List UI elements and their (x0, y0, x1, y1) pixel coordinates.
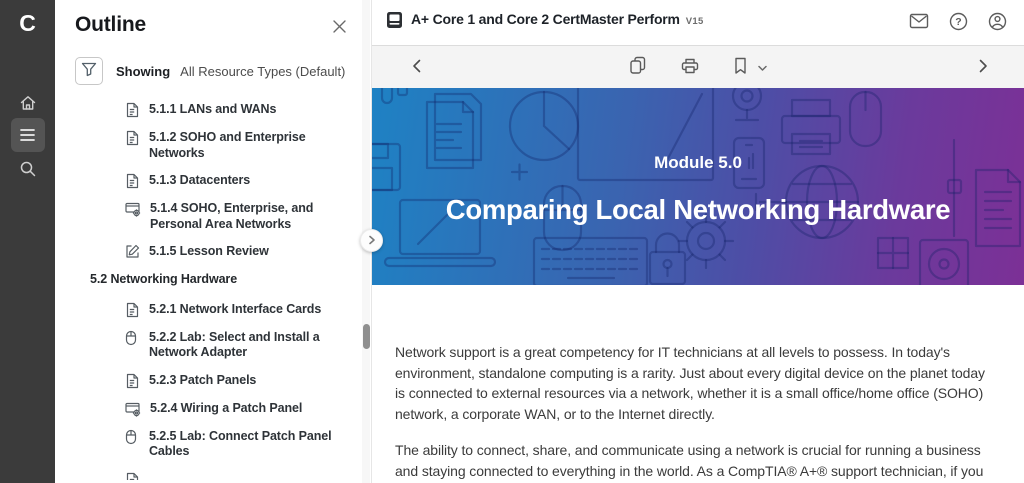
print-button[interactable] (679, 55, 702, 80)
home-icon (19, 94, 37, 112)
outline-item-label: 5.1.3 Datacenters (149, 173, 251, 188)
bookmark-button[interactable] (732, 55, 750, 80)
outline-item-partial (55, 472, 371, 480)
course-version: V15 (685, 16, 704, 27)
lesson-paragraph: Network support is a great competency fo… (395, 344, 985, 422)
search-icon (19, 160, 37, 178)
copy-button[interactable] (627, 54, 649, 80)
outline-item-label: 5.2 Networking Hardware (90, 271, 238, 286)
lesson-paragraph: The ability to connect, share, and commu… (395, 442, 984, 479)
video-icon (125, 201, 141, 217)
account-button[interactable] (988, 12, 1007, 34)
document-icon (125, 302, 140, 318)
outline-item[interactable]: 5.1.5 Lesson Review (55, 244, 371, 260)
chevron-down-icon (758, 60, 768, 75)
bookmark-icon (734, 57, 748, 78)
course-title: A+ Core 1 and Core 2 CertMaster Perform (411, 11, 680, 27)
outline-item-label: 5.2.2 Lab: Select and Install a Network … (149, 329, 320, 360)
comptia-logo: C (19, 10, 36, 36)
outline-item-label: 5.1.1 LANs and WANs (149, 102, 277, 116)
outline-item[interactable]: 5.2.4 Wiring a Patch Panel (55, 401, 371, 417)
resource-filter-row: Showing All Resource Types (Default) (55, 57, 371, 85)
close-outline-button[interactable] (328, 15, 351, 41)
next-page-button[interactable] (977, 57, 990, 78)
outline-item-label: 5.1.2 SOHO and Enterprise Networks (149, 130, 306, 160)
help-button[interactable]: ? (949, 12, 968, 34)
outline-item[interactable]: 5.1.3 Datacenters (55, 173, 371, 189)
outline-item-label: 5.2.4 Wiring a Patch Panel (150, 400, 303, 415)
outline-item-label: 5.2.5 Lab: Connect Patch Panel Cables (149, 428, 332, 459)
chevron-left-icon (412, 59, 421, 76)
document-icon (125, 173, 140, 189)
edit-icon (125, 244, 140, 259)
collapse-panel-button[interactable] (360, 229, 383, 252)
outline-menu-button[interactable] (10, 118, 45, 152)
copy-icon (629, 56, 647, 78)
filter-value[interactable]: All Resource Types (Default) (180, 64, 345, 79)
outline-item[interactable]: 5.2.3 Patch Panels (55, 373, 371, 389)
outline-section-header[interactable]: 5.2 Networking Hardware (55, 272, 371, 288)
filter-button[interactable] (75, 57, 103, 85)
chevron-right-icon (979, 59, 988, 76)
app-header: A+ Core 1 and Core 2 CertMaster Perform … (372, 0, 1024, 46)
video-icon (125, 401, 141, 417)
outline-item-label: 5.2.1 Network Interface Cards (149, 301, 322, 316)
outline-panel: Outline Showing All Resource Types (Defa… (55, 0, 372, 483)
outline-item[interactable]: 5.2.1 Network Interface Cards (55, 302, 371, 318)
home-button[interactable] (11, 87, 45, 119)
module-title: Comparing Local Networking Hardware (445, 194, 951, 225)
outline-list: 5.1.1 LANs and WANs 5.1.2 SOHO and Enterp… (55, 102, 371, 480)
outline-item-label: 5.1.4 SOHO, Enterprise, and Personal Are… (150, 201, 314, 231)
outline-item[interactable]: 5.1.1 LANs and WANs (55, 102, 371, 118)
icon-rail: C (0, 0, 55, 483)
outline-item[interactable]: 5.2.5 Lab: Connect Patch Panel Cables (55, 429, 371, 460)
reader-toolbar (372, 46, 1024, 88)
account-icon (988, 12, 1007, 34)
search-button[interactable] (11, 153, 45, 185)
document-icon (125, 472, 140, 480)
outline-scrollbar-thumb[interactable] (363, 324, 370, 349)
bookmark-dropdown-button[interactable] (756, 58, 770, 77)
help-icon: ? (949, 12, 968, 34)
outline-item[interactable]: 5.1.2 SOHO and Enterprise Networks (55, 130, 371, 161)
outline-panel-title: Outline (75, 13, 146, 36)
filter-funnel-icon (81, 62, 97, 80)
main-area: A+ Core 1 and Core 2 CertMaster Perform … (360, 0, 1024, 483)
module-banner: Module 5.0 Comparing Local Networking Ha… (372, 88, 1024, 285)
filter-showing-label: Showing (116, 63, 171, 79)
svg-text:?: ? (955, 16, 961, 28)
print-icon (681, 57, 700, 78)
messages-button[interactable] (909, 13, 929, 32)
chevron-right-icon (368, 232, 376, 250)
close-icon (332, 20, 347, 37)
document-icon (125, 373, 140, 389)
lesson-content: Network support is a great competency fo… (372, 285, 1024, 483)
outline-item-label: 5.2.3 Patch Panels (149, 372, 257, 387)
app: C Outline Showing All Resource Types (De… (0, 0, 1024, 483)
document-icon (125, 130, 140, 146)
previous-page-button[interactable] (410, 57, 423, 78)
module-number: Module 5.0 (654, 153, 742, 172)
outline-item[interactable]: 5.1.4 SOHO, Enterprise, and Personal Are… (55, 201, 371, 232)
lab-icon (125, 330, 140, 346)
mail-icon (909, 13, 929, 32)
lab-icon (125, 429, 140, 445)
document-icon (125, 102, 140, 118)
menu-icon (19, 128, 36, 142)
outline-item-label: 5.1.5 Lesson Review (149, 244, 269, 259)
outline-item[interactable]: 5.2.2 Lab: Select and Install a Network … (55, 330, 371, 361)
course-reader-icon (386, 11, 403, 34)
